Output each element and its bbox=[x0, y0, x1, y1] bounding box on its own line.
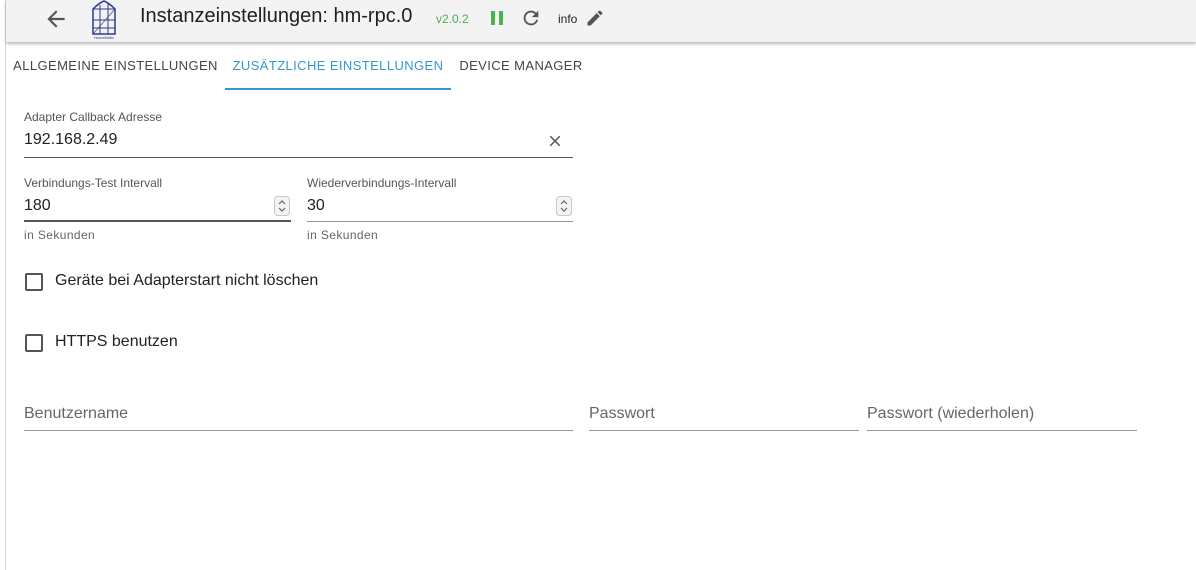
check-interval-input[interactable]: 180 bbox=[24, 197, 264, 215]
reconnect-interval-helper: in Sekunden bbox=[307, 228, 379, 242]
homematic-logo: HomeMatic bbox=[92, 0, 116, 40]
password-underline bbox=[589, 430, 859, 431]
reconnect-interval-label: Wiederverbindungs-Intervall bbox=[307, 176, 457, 190]
tab-additional-settings[interactable]: ZUSÄTZLICHE EINSTELLUNGEN bbox=[225, 42, 451, 90]
dont-delete-devices-label: Geräte bei Adapterstart nicht löschen bbox=[55, 272, 319, 289]
password-input[interactable]: Passwort bbox=[589, 405, 849, 423]
tab-device-manager[interactable]: DEVICE MANAGER bbox=[451, 42, 591, 88]
edit-pencil-icon[interactable] bbox=[585, 8, 605, 28]
username-underline bbox=[24, 430, 573, 431]
check-interval-label: Verbindungs-Test Intervall bbox=[24, 176, 163, 190]
info-label: info bbox=[558, 12, 578, 26]
check-interval-spinner-icon[interactable] bbox=[274, 196, 290, 216]
page-title: Instanzeinstellungen: hm-rpc.0 bbox=[140, 5, 413, 27]
reconnect-interval-spinner-icon[interactable] bbox=[556, 196, 572, 216]
clear-icon[interactable] bbox=[546, 132, 564, 150]
https-checkbox[interactable] bbox=[25, 334, 43, 352]
reconnect-interval-underline bbox=[307, 221, 573, 222]
version-badge: v2.0.2 bbox=[436, 12, 469, 26]
password-repeat-underline bbox=[867, 430, 1137, 431]
pause-icon[interactable] bbox=[490, 10, 504, 26]
back-arrow-icon[interactable] bbox=[43, 6, 69, 32]
callback-address-underline bbox=[24, 157, 573, 158]
password-repeat-input[interactable]: Passwort (wiederholen) bbox=[867, 405, 1127, 423]
username-input[interactable]: Benutzername bbox=[24, 405, 564, 423]
reconnect-interval-input[interactable]: 30 bbox=[307, 197, 547, 215]
logo-text: HomeMatic bbox=[94, 35, 114, 40]
header-bar: HomeMatic Instanzeinstellungen: hm-rpc.0… bbox=[6, 0, 1196, 42]
https-label: HTTPS benutzen bbox=[55, 333, 178, 350]
callback-address-label: Adapter Callback Adresse bbox=[24, 110, 163, 124]
tab-general-settings[interactable]: ALLGEMEINE EINSTELLUNGEN bbox=[6, 42, 225, 88]
check-interval-underline bbox=[24, 220, 291, 222]
dont-delete-devices-checkbox[interactable] bbox=[25, 273, 43, 291]
callback-address-input[interactable]: 192.168.2.49 bbox=[24, 131, 534, 149]
reload-icon[interactable] bbox=[520, 7, 542, 29]
tab-bar: ALLGEMEINE EINSTELLUNGEN ZUSÄTZLICHE EIN… bbox=[6, 42, 1196, 90]
check-interval-helper: in Sekunden bbox=[24, 228, 96, 242]
